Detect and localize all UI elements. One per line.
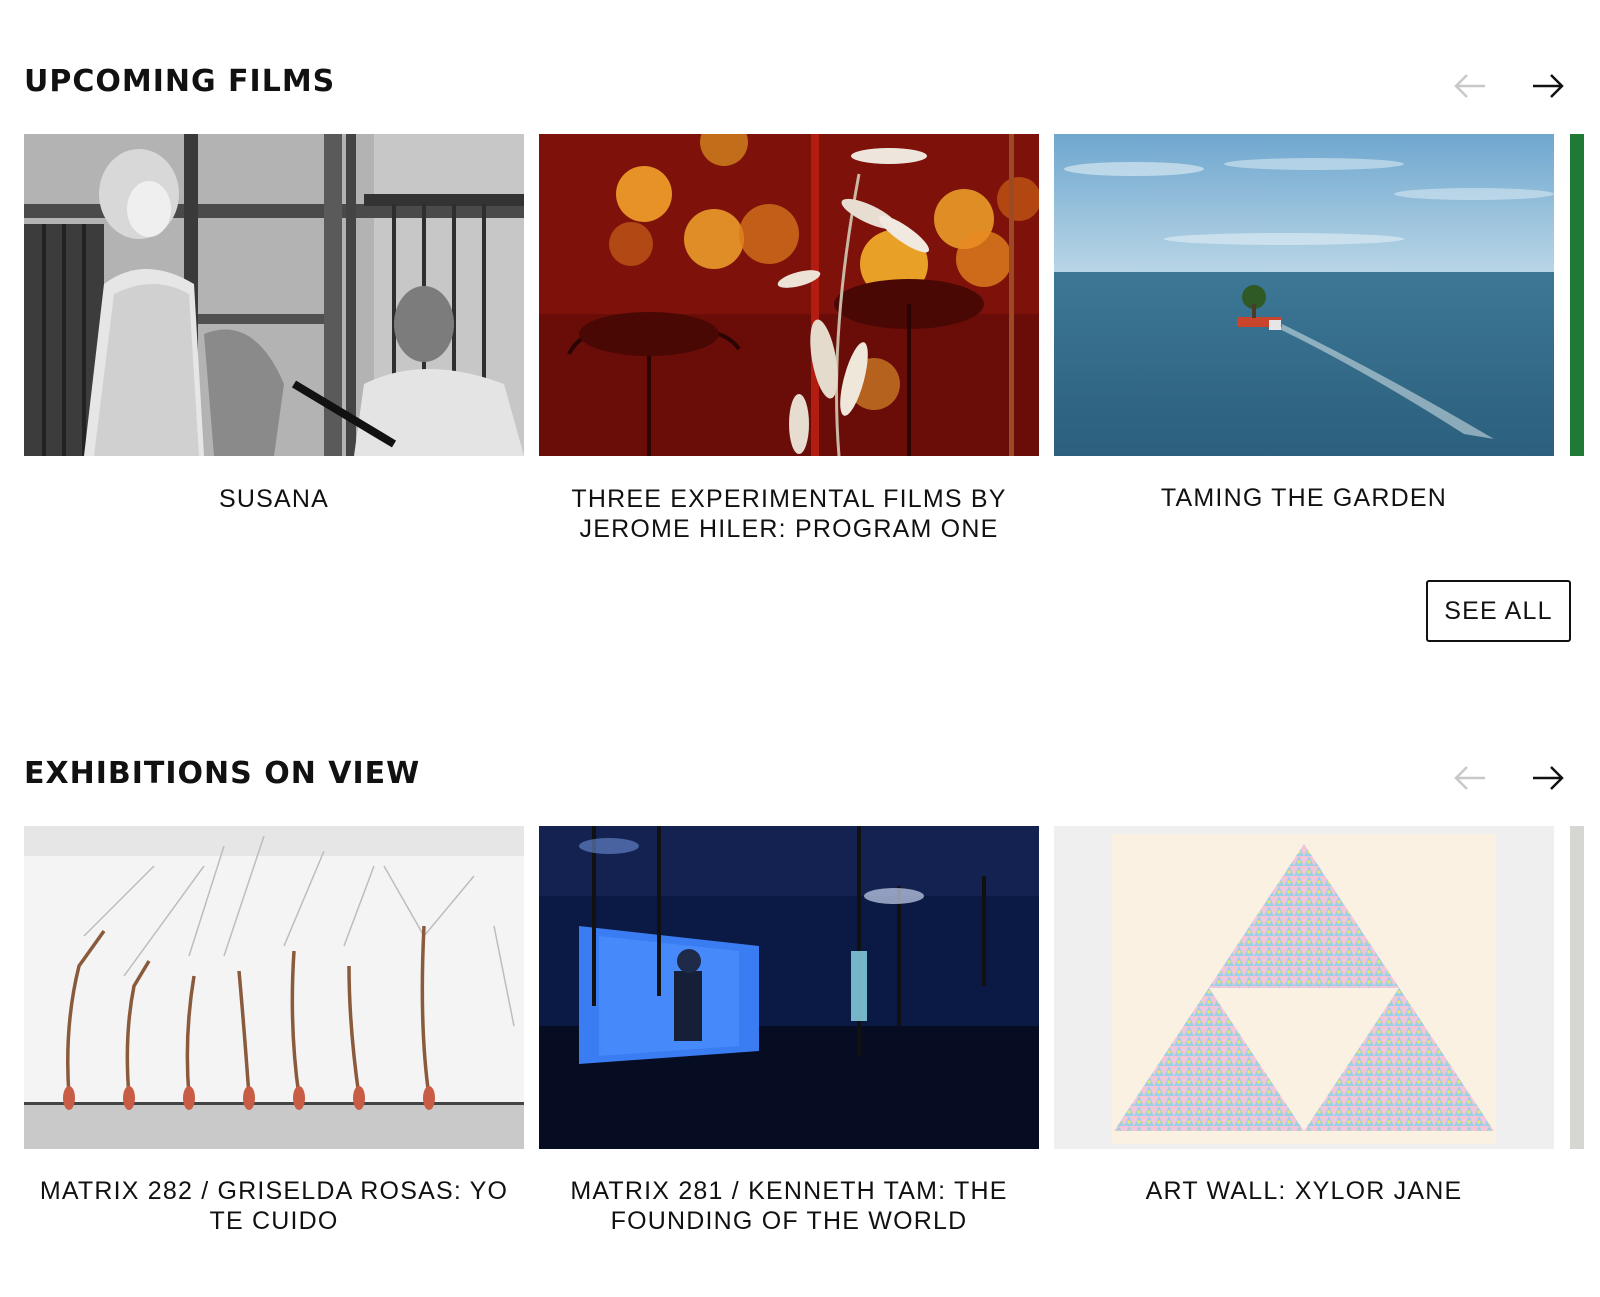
exhibition-artwork-image: [1054, 826, 1554, 1149]
film-still-image: [1054, 134, 1554, 456]
film-still-image: [24, 134, 524, 456]
film-card-title-taming-the-garden[interactable]: TAMING THE GARDEN: [1054, 483, 1554, 513]
film-card-image-susana[interactable]: [24, 134, 524, 456]
arrow-right-icon: [1533, 74, 1564, 98]
films-next-arrow-button[interactable]: [1528, 66, 1568, 106]
film-still-image: [539, 134, 1039, 456]
exhibition-card-image-xylor-jane[interactable]: [1054, 826, 1554, 1149]
film-card-image-jerome-hiler[interactable]: [539, 134, 1039, 456]
film-card-image-taming-the-garden[interactable]: [1054, 134, 1554, 456]
film-card-title-jerome-hiler[interactable]: THREE EXPERIMENTAL FILMS BY JEROME HILER…: [549, 484, 1029, 544]
exhibitions-next-arrow-button[interactable]: [1528, 758, 1568, 798]
exhibition-card-title-kenneth-tam[interactable]: MATRIX 281 / KENNETH TAM: THE FOUNDING O…: [549, 1176, 1029, 1236]
exhibition-installation-image: [539, 826, 1039, 1149]
exhibition-installation-image: [24, 826, 524, 1149]
exhibition-card-peek-next[interactable]: [1570, 826, 1584, 1149]
films-prev-arrow-button[interactable]: [1450, 66, 1490, 106]
exhibitions-heading: EXHIBITIONS ON VIEW: [24, 756, 421, 791]
exhibition-card-title-xylor-jane[interactable]: ART WALL: XYLOR JANE: [1054, 1176, 1554, 1206]
see-all-films-button[interactable]: SEE ALL: [1426, 580, 1571, 642]
film-card-peek-next[interactable]: [1570, 134, 1584, 456]
arrow-left-icon: [1454, 766, 1485, 790]
arrow-right-icon: [1533, 766, 1564, 790]
film-card-title-susana[interactable]: SUSANA: [24, 484, 524, 514]
exhibition-card-image-kenneth-tam[interactable]: [539, 826, 1039, 1149]
arrow-left-icon: [1454, 74, 1485, 98]
exhibition-card-image-griselda-rosas[interactable]: [24, 826, 524, 1149]
exhibitions-prev-arrow-button[interactable]: [1450, 758, 1490, 798]
exhibition-card-title-griselda-rosas[interactable]: MATRIX 282 / GRISELDA ROSAS: YO TE CUIDO: [24, 1176, 524, 1236]
upcoming-films-heading: UPCOMING FILMS: [24, 64, 336, 99]
